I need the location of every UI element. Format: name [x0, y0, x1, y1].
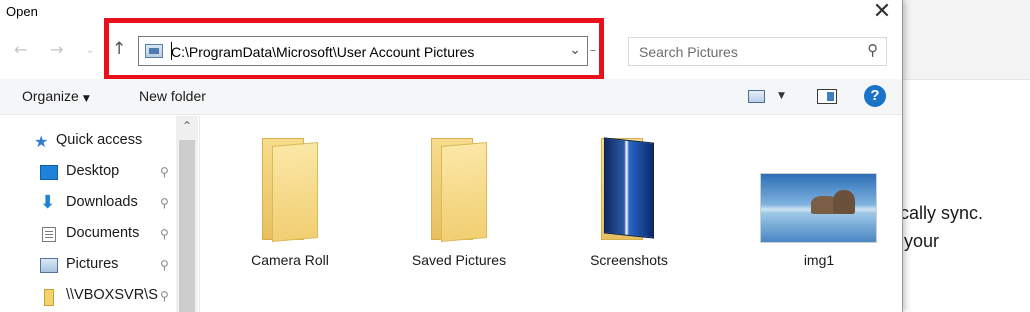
background-text-line-1: tically sync. [891, 203, 984, 223]
scrollbar-thumb[interactable] [179, 140, 195, 312]
sidebar-item-pictures[interactable]: Pictures ⚲ [0, 250, 176, 280]
item-label: img1 [803, 252, 835, 268]
document-icon [42, 227, 56, 242]
organize-menu-button[interactable]: Organize ▼ [22, 88, 90, 104]
view-options-arrow-icon[interactable]: ▼ [778, 91, 785, 101]
preview-pane-icon[interactable] [817, 89, 837, 104]
sidebar-item-downloads[interactable]: ⬇ Downloads ⚲ [0, 188, 176, 218]
dialog-titlebar: Open ✕ [0, 0, 902, 30]
image-item-img1[interactable]: img1 [722, 116, 877, 286]
screenshots-preview-icon [604, 137, 654, 239]
help-icon[interactable]: ? [864, 85, 886, 107]
image-thumbnail [760, 173, 877, 243]
sidebar-item-documents[interactable]: Documents ⚲ [0, 219, 176, 249]
item-label: Saved Pictures [411, 252, 507, 268]
refresh-button[interactable]: – [590, 43, 596, 57]
open-file-dialog: Open ✕ ← → ⌄ ↑ C:\ProgramData\Microsoft\… [0, 0, 903, 312]
folder-item-screenshots[interactable]: Screenshots [554, 116, 704, 286]
pin-icon: ⚲ [160, 196, 169, 210]
item-label: Camera Roll [251, 252, 329, 268]
sidebar-item-desktop[interactable]: Desktop ⚲ [0, 157, 176, 187]
sidebar-item-network-share[interactable]: \\VBOXSVR\S ⚲ [0, 281, 176, 311]
organize-label: Organize [22, 88, 79, 104]
folder-icon [431, 138, 491, 243]
sidebar-item-quick-access[interactable]: ★ Quick access [0, 126, 176, 156]
pin-icon: ⚲ [160, 258, 169, 272]
search-icon[interactable]: ⚲ [867, 41, 878, 59]
forward-arrow-icon[interactable]: → [50, 40, 63, 59]
scroll-up-arrow-icon[interactable]: ⌃ [182, 119, 192, 133]
file-list-view: Camera Roll Saved Pictures Screenshots i… [200, 116, 902, 312]
sidebar-item-label: Quick access [56, 132, 143, 148]
navigation-pane: ★ Quick access Desktop ⚲ ⬇ Downloads ⚲ D… [0, 116, 200, 312]
sidebar-item-label: \\VBOXSVR\S [66, 287, 158, 303]
sidebar-item-label: Downloads [66, 194, 138, 210]
pin-icon: ⚲ [160, 289, 169, 303]
pictures-icon [40, 258, 58, 273]
command-toolbar: Organize ▼ New folder ▼ ? [0, 79, 902, 115]
sidebar-item-label: Pictures [66, 256, 119, 272]
dialog-title: Open [6, 4, 38, 19]
address-bar[interactable]: C:\ProgramData\Microsoft\User Account Pi… [138, 36, 588, 66]
folder-icon [262, 138, 322, 243]
pin-icon: ⚲ [160, 227, 169, 241]
new-folder-button[interactable]: New folder [139, 88, 206, 104]
folder-item-camera-roll[interactable]: Camera Roll [215, 116, 365, 286]
background-window-header [903, 0, 1030, 80]
pin-icon: ⚲ [160, 165, 169, 179]
close-button[interactable]: ✕ [867, 0, 897, 26]
search-box[interactable]: Search Pictures ⚲ [628, 37, 887, 66]
search-input[interactable]: Search Pictures [639, 44, 738, 60]
dropdown-arrow-icon: ▼ [82, 94, 90, 104]
change-view-icon[interactable] [748, 90, 765, 103]
star-icon: ★ [34, 132, 49, 151]
download-arrow-icon: ⬇ [40, 192, 56, 213]
folder-item-saved-pictures[interactable]: Saved Pictures [384, 116, 534, 286]
recent-locations-chevron-icon[interactable]: ⌄ [86, 45, 94, 56]
background-window: tically sync. ll your [891, 0, 1030, 312]
address-path-text[interactable]: C:\ProgramData\Microsoft\User Account Pi… [171, 44, 474, 60]
item-label: Screenshots [590, 252, 668, 268]
sidebar-item-label: Documents [66, 225, 140, 241]
sidebar-item-label: Desktop [66, 163, 120, 179]
text-cursor [171, 42, 172, 60]
desktop-icon [40, 165, 58, 180]
up-arrow-icon[interactable]: ↑ [112, 39, 126, 59]
back-arrow-icon[interactable]: ← [14, 40, 27, 59]
folder-location-icon [145, 44, 163, 58]
address-dropdown-chevron-icon[interactable]: ⌄ [569, 42, 581, 58]
network-share-icon [44, 289, 54, 306]
